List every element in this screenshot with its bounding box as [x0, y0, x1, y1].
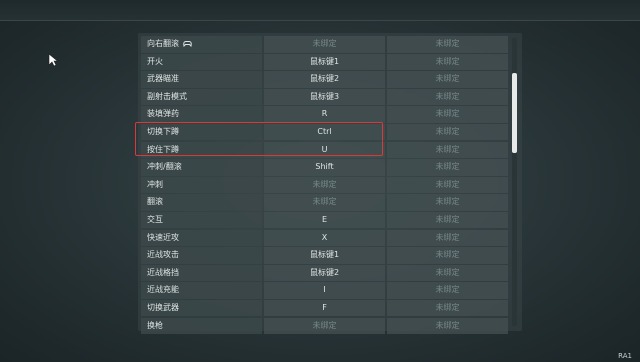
keybind-panel: 向右翻滚 未绑定 未绑定 开火 鼠标键1 未绑定 武器瞄准 鼠标键2 未绑定 副射击模式 鼠标键3 未…: [138, 33, 522, 334]
watermark: RA1: [618, 352, 632, 360]
secondary-key-button[interactable]: 未绑定: [387, 299, 508, 317]
keybind-row: 近战攻击 鼠标键1 未绑定: [141, 247, 511, 264]
primary-key-button[interactable]: 鼠标键3: [264, 88, 385, 106]
scrollbar[interactable]: [512, 38, 517, 326]
action-name: 切换武器: [147, 302, 179, 312]
action-name: 近战攻击: [147, 250, 179, 260]
keybind-row: 近战格挡 鼠标键2 未绑定: [141, 264, 511, 282]
secondary-key-button[interactable]: 未绑定: [387, 88, 508, 106]
secondary-key-button[interactable]: 未绑定: [387, 247, 508, 264]
primary-key-button[interactable]: F: [264, 299, 385, 317]
secondary-key-button[interactable]: 未绑定: [387, 176, 508, 194]
keybind-row: 快速近攻 X 未绑定: [141, 229, 511, 247]
action-name: 换枪: [147, 320, 163, 330]
action-name: 冲刺: [147, 179, 163, 189]
action-name: 开火: [147, 56, 163, 66]
keybind-action-label: 近战充能: [141, 282, 262, 299]
action-name: 武器瞄准: [147, 74, 179, 84]
primary-key-button[interactable]: 未绑定: [264, 194, 385, 211]
primary-key-button[interactable]: E: [264, 211, 385, 229]
action-name: 装填弹药: [147, 109, 179, 119]
keybind-row: 向右翻滚 未绑定 未绑定: [141, 36, 511, 53]
keybind-action-label: 翻滚: [141, 194, 262, 211]
primary-key-button[interactable]: Shift: [264, 159, 385, 176]
action-name: 近战充能: [147, 285, 179, 295]
action-name: 交互: [147, 214, 163, 224]
secondary-key-button[interactable]: 未绑定: [387, 317, 508, 334]
primary-key-button[interactable]: I: [264, 282, 385, 299]
mouse-cursor-icon: [48, 53, 58, 67]
secondary-key-button[interactable]: 未绑定: [387, 159, 508, 176]
keybind-row: 近战充能 I 未绑定: [141, 282, 511, 299]
keybind-action-label: 换枪: [141, 317, 262, 334]
secondary-key-button[interactable]: 未绑定: [387, 106, 508, 123]
keybind-action-label: 冲刺: [141, 176, 262, 194]
primary-key-button[interactable]: X: [264, 229, 385, 247]
action-name: 翻滚: [147, 197, 163, 207]
keybind-row: 武器瞄准 鼠标键2 未绑定: [141, 71, 511, 88]
keybind-action-label: 武器瞄准: [141, 71, 262, 88]
scrollbar-thumb[interactable]: [512, 72, 517, 154]
action-name: 冲刺/翻滚: [147, 162, 182, 172]
primary-key-button[interactable]: 未绑定: [264, 176, 385, 194]
secondary-key-button[interactable]: 未绑定: [387, 36, 508, 53]
keybind-row: 翻滚 未绑定 未绑定: [141, 194, 511, 211]
primary-key-button[interactable]: 鼠标键1: [264, 247, 385, 264]
secondary-key-button[interactable]: 未绑定: [387, 71, 508, 88]
action-name: 快速近攻: [147, 232, 179, 242]
keybind-action-label: 快速近攻: [141, 229, 262, 247]
keybind-list: 向右翻滚 未绑定 未绑定 开火 鼠标键1 未绑定 武器瞄准 鼠标键2 未绑定 副射击模式 鼠标键3 未…: [141, 36, 511, 335]
keybind-action-label: 冲刺/翻滚: [141, 159, 262, 176]
secondary-key-button[interactable]: 未绑定: [387, 53, 508, 71]
keybind-row: 交互 E 未绑定: [141, 211, 511, 229]
secondary-key-button[interactable]: 未绑定: [387, 123, 508, 141]
keybind-row: 冲刺/翻滚 Shift 未绑定: [141, 159, 511, 176]
keybind-action-label: 交互: [141, 211, 262, 229]
gamepad-icon: [183, 40, 192, 47]
action-name: 向右翻滚: [147, 39, 179, 48]
action-name: 近战格挡: [147, 267, 179, 277]
game-settings-screen: 向右翻滚 未绑定 未绑定 开火 鼠标键1 未绑定 武器瞄准 鼠标键2 未绑定 副射击模式 鼠标键3 未…: [0, 0, 640, 362]
action-name: 副射击模式: [147, 91, 187, 101]
keybind-row: 换枪 未绑定 未绑定: [141, 317, 511, 334]
keybind-action-label: 近战攻击: [141, 247, 262, 264]
secondary-key-button[interactable]: 未绑定: [387, 282, 508, 299]
keybind-row: 冲刺 未绑定 未绑定: [141, 176, 511, 194]
keybind-row: 装填弹药 R 未绑定: [141, 106, 511, 123]
highlight-box: [135, 122, 383, 156]
primary-key-button[interactable]: 未绑定: [264, 36, 385, 53]
keybind-action-label: 向右翻滚: [141, 36, 262, 53]
keybind-action-label: 副射击模式: [141, 88, 262, 106]
primary-key-button[interactable]: 鼠标键2: [264, 71, 385, 88]
keybind-row: 开火 鼠标键1 未绑定: [141, 53, 511, 71]
secondary-key-button[interactable]: 未绑定: [387, 141, 508, 159]
primary-key-button[interactable]: 未绑定: [264, 317, 385, 334]
secondary-key-button[interactable]: 未绑定: [387, 264, 508, 282]
keybind-action-label: 开火: [141, 53, 262, 71]
secondary-key-button[interactable]: 未绑定: [387, 194, 508, 211]
secondary-key-button[interactable]: 未绑定: [387, 211, 508, 229]
top-bar: [0, 0, 640, 21]
secondary-key-button[interactable]: 未绑定: [387, 229, 508, 247]
keybind-action-label: 切换武器: [141, 299, 262, 317]
keybind-action-label: 装填弹药: [141, 106, 262, 123]
keybind-row: 切换武器 F 未绑定: [141, 299, 511, 317]
primary-key-button[interactable]: 鼠标键1: [264, 53, 385, 71]
primary-key-button[interactable]: 鼠标键2: [264, 264, 385, 282]
primary-key-button[interactable]: R: [264, 106, 385, 123]
keybind-row: 副射击模式 鼠标键3 未绑定: [141, 88, 511, 106]
keybind-action-label: 近战格挡: [141, 264, 262, 282]
